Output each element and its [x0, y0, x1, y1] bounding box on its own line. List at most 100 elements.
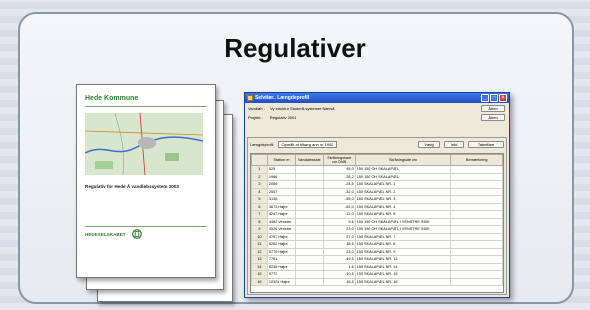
- table-cell[interactable]: [294, 255, 324, 264]
- aben-button[interactable]: Åben: [481, 105, 505, 112]
- table-cell[interactable]: 15: [251, 270, 268, 279]
- table-cell[interactable]: [294, 232, 324, 241]
- table-cell[interactable]: -49,5: [322, 255, 356, 264]
- table-cell[interactable]: [294, 165, 324, 174]
- table-cell[interactable]: [294, 180, 324, 189]
- table-cell[interactable]: 13: [251, 255, 268, 264]
- table-cell[interactable]: -28,2: [322, 172, 356, 181]
- table-cell[interactable]: [294, 187, 324, 196]
- table-row[interactable]: 5 3136 -55,0 150 SKALAPÆL NR. 3: [251, 195, 503, 204]
- table-row[interactable]: 8 4462 Venstre 9,6 150 150 OH SKALAPÆL I VE…: [251, 217, 503, 226]
- table-cell[interactable]: 10324 Højre: [266, 277, 296, 286]
- table-row[interactable]: 4 2057 -32,0 150 SKALAPÆL NR. 2: [251, 187, 503, 196]
- table-cell[interactable]: 12: [251, 247, 268, 256]
- table-row[interactable]: 7 4247 Højre -12,0 150 SKALAPÆL NR. 6: [251, 210, 503, 219]
- table-cell[interactable]: [450, 225, 503, 234]
- table-cell[interactable]: -55,0: [322, 195, 356, 204]
- table-cell[interactable]: 4526 Venstre: [266, 225, 296, 234]
- table-cell[interactable]: 150 150 OH SKALAPÆL: [354, 172, 452, 181]
- table-cell[interactable]: 4462 Venstre: [266, 217, 296, 226]
- table-cell[interactable]: 3136: [266, 195, 296, 204]
- table-cell[interactable]: -12,0: [322, 210, 356, 219]
- table-cell[interactable]: 23,0: [322, 225, 356, 234]
- table-cell[interactable]: [450, 262, 503, 271]
- table-cell[interactable]: [294, 247, 324, 256]
- table-cell[interactable]: 150 SKALAPÆL NR. 15: [354, 270, 452, 279]
- table-cell[interactable]: -52,0: [322, 202, 356, 211]
- table-cell[interactable]: [294, 277, 324, 286]
- table-cell[interactable]: 150 SKALAPÆL NR. 6: [354, 210, 452, 219]
- table-cell[interactable]: 150 SKALAPÆL NR. 9: [354, 247, 452, 256]
- table-row[interactable]: 3 2066 -24,5 150 SKALAPÆL NR. 1: [251, 180, 503, 189]
- table-cell[interactable]: 150 SKALAPÆL NR. 2: [354, 187, 452, 196]
- table-cell[interactable]: 11: [251, 240, 268, 249]
- table-row[interactable]: 12 5779 Højre 23,0 150 SKALAPÆL NR. 9: [251, 247, 503, 256]
- table-cell[interactable]: 2: [251, 172, 268, 181]
- table-cell[interactable]: [294, 225, 324, 234]
- table-cell[interactable]: [294, 240, 324, 249]
- table-cell[interactable]: [294, 172, 324, 181]
- table-cell[interactable]: 5262 Højre: [266, 240, 296, 249]
- table-cell[interactable]: 1,6: [322, 262, 356, 271]
- table-cell[interactable]: [450, 165, 503, 174]
- table-cell[interactable]: 8: [251, 217, 268, 226]
- close-button[interactable]: ×: [499, 94, 507, 102]
- table-row[interactable]: 13 7761 -49,5 150 SKALAPÆL NR. 13: [251, 255, 503, 264]
- table-cell[interactable]: [294, 210, 324, 219]
- table-cell[interactable]: 23,0: [322, 247, 356, 256]
- table-cell[interactable]: [450, 180, 503, 189]
- table-cell[interactable]: [294, 270, 324, 279]
- tabelfare-dropdown[interactable]: Tabelfare: [468, 141, 504, 148]
- table-cell[interactable]: -32,0: [322, 187, 356, 196]
- table-cell[interactable]: 150 SKALAPÆL NR. 13: [354, 255, 452, 264]
- table-cell[interactable]: 525: [266, 165, 296, 174]
- aben-button[interactable]: Åben: [481, 114, 505, 121]
- vaelg-button[interactable]: Vælg: [418, 141, 440, 148]
- table-row[interactable]: 15 9772 -10,5 150 SKALAPÆL NR. 15: [251, 270, 503, 279]
- table-cell[interactable]: 1: [251, 165, 268, 174]
- table-cell[interactable]: 7: [251, 210, 268, 219]
- table-cell[interactable]: [450, 247, 503, 256]
- table-cell[interactable]: [450, 210, 503, 219]
- table-cell[interactable]: 16,5: [322, 277, 356, 286]
- table-cell[interactable]: [450, 195, 503, 204]
- minimize-button[interactable]: _: [481, 94, 489, 102]
- table-cell[interactable]: 38,5: [322, 240, 356, 249]
- table-cell[interactable]: 150 SKALAPÆL NR. 3: [354, 195, 452, 204]
- table-row[interactable]: 6 3673 Højre -52,0 150 SKALAPÆL NR. 4: [251, 202, 503, 211]
- table-cell[interactable]: [450, 172, 503, 181]
- table-cell[interactable]: 5: [251, 195, 268, 204]
- profile-value[interactable]: Opmålt af tilbørg ann nr 1992: [278, 141, 337, 148]
- table-cell[interactable]: 10: [251, 232, 268, 241]
- table-cell[interactable]: 4787 Højre: [266, 232, 296, 241]
- table-row[interactable]: 10 4787 Højre 27,0 150 SKALAPÆL NR. 7: [251, 232, 503, 241]
- table-cell[interactable]: [450, 270, 503, 279]
- table-cell[interactable]: [294, 217, 324, 226]
- table-cell[interactable]: [450, 217, 503, 226]
- table-cell[interactable]: 9,6: [322, 217, 356, 226]
- table-cell[interactable]: [294, 262, 324, 271]
- table-row[interactable]: 2 1966 -28,2 150 150 OH SKALAPÆL: [251, 172, 503, 181]
- table-cell[interactable]: 45,0: [322, 165, 356, 174]
- table-cell[interactable]: -10,5: [322, 270, 356, 279]
- table-cell[interactable]: [450, 255, 503, 264]
- table-cell[interactable]: 150 150 OH SKALAPÆL: [354, 165, 452, 174]
- maximize-button[interactable]: □: [490, 94, 498, 102]
- table-row[interactable]: 11 5262 Højre 38,5 150 SKALAPÆL NR. 8: [251, 240, 503, 249]
- table-cell[interactable]: 16: [251, 277, 268, 286]
- table-cell[interactable]: 4: [251, 187, 268, 196]
- table-cell[interactable]: 150 150 OH SKALAPÆL I VENSTRE SIDE: [354, 217, 452, 226]
- table-cell[interactable]: 27,0: [322, 232, 356, 241]
- table-cell[interactable]: [450, 187, 503, 196]
- info-button[interactable]: Info: [444, 141, 464, 148]
- table-cell[interactable]: 3: [251, 180, 268, 189]
- table-cell[interactable]: 2066: [266, 180, 296, 189]
- table-cell[interactable]: 150 SKALAPÆL NR. 8: [354, 240, 452, 249]
- table-cell[interactable]: 150 SKALAPÆL NR. 1: [354, 180, 452, 189]
- table-cell[interactable]: 8236 Højre: [266, 262, 296, 271]
- table-cell[interactable]: 150 150 OH SKALAPÆL I VENSTRE SIDE: [354, 225, 452, 234]
- table-row[interactable]: 16 10324 Højre 16,5 150 SKALAPÆL NR. 16: [251, 277, 503, 286]
- table-cell[interactable]: 150 SKALAPÆL NR. 16: [354, 277, 452, 286]
- table-cell[interactable]: 5779 Højre: [266, 247, 296, 256]
- table-cell[interactable]: 7761: [266, 255, 296, 264]
